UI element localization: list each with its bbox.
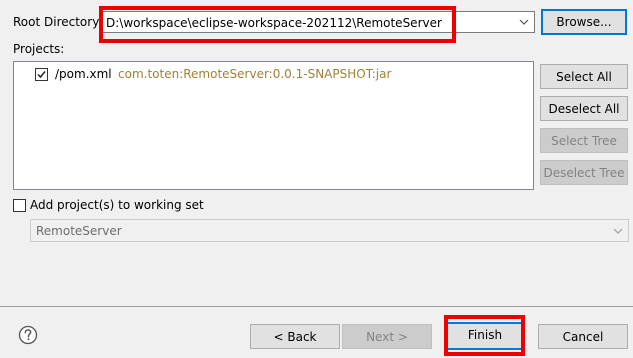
help-icon[interactable] — [18, 325, 38, 345]
project-name: /pom.xml — [55, 67, 112, 81]
root-directory-combo[interactable]: D:\workspace\eclipse-workspace-202112\Re… — [101, 11, 535, 33]
deselect-all-button[interactable]: Deselect All — [540, 96, 628, 121]
root-directory-label: Root Directory: — [13, 15, 103, 29]
footer-separator — [0, 306, 633, 307]
check-icon — [37, 71, 46, 79]
working-set-value: RemoteServer — [36, 224, 122, 238]
projects-list[interactable]: /pom.xml com.toten:RemoteServer:0.0.1-SN… — [13, 61, 534, 190]
browse-button[interactable]: Browse... — [541, 9, 627, 35]
project-checkbox[interactable] — [35, 68, 48, 81]
cancel-button[interactable]: Cancel — [538, 324, 628, 349]
deselect-tree-button[interactable]: Deselect Tree — [540, 160, 628, 185]
chevron-down-icon[interactable] — [518, 14, 530, 30]
working-set-combo[interactable]: RemoteServer — [30, 219, 629, 242]
finish-button[interactable]: Finish — [445, 322, 525, 350]
select-tree-button[interactable]: Select Tree — [540, 128, 628, 153]
working-set-label: Add project(s) to working set — [30, 198, 204, 212]
working-set-checkbox[interactable] — [13, 199, 26, 212]
project-artifact: com.toten:RemoteServer:0.0.1-SNAPSHOT:ja… — [118, 67, 392, 81]
root-directory-value[interactable]: D:\workspace\eclipse-workspace-202112\Re… — [106, 15, 442, 31]
next-button[interactable]: Next > — [342, 324, 432, 349]
projects-label: Projects: — [13, 42, 65, 56]
chevron-down-icon[interactable] — [612, 223, 624, 239]
select-all-button[interactable]: Select All — [540, 64, 628, 89]
back-button[interactable]: < Back — [250, 324, 340, 349]
list-item[interactable]: /pom.xml com.toten:RemoteServer:0.0.1-SN… — [14, 64, 533, 84]
